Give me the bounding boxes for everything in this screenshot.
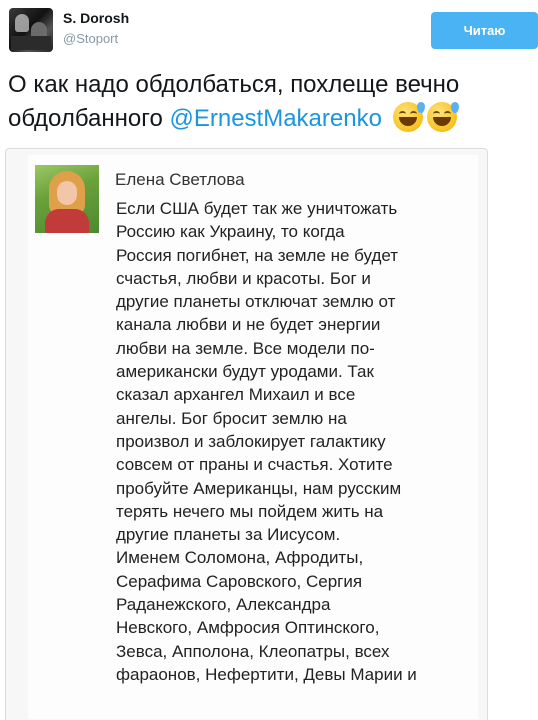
follow-button[interactable]: Читаю [431,12,538,49]
post-line: любви на земле. Все модели по- [116,338,375,358]
post-line: фараонов, Нефертити, Девы Марии и [116,664,417,684]
post-line: Раданежского, Александра [116,595,331,615]
post-line: Россия погибнет, на земле не будет [116,245,399,265]
mention-link[interactable]: @ErnestMakarenko [169,105,381,132]
avatar[interactable] [9,8,53,52]
grinning-sweat-emoji-icon [426,102,459,132]
post-line: Серафима Саровского, Сергия [116,571,363,591]
avatar-figure-1 [15,14,29,32]
post-line: другие планеты отключат землю от [116,292,396,312]
post-line: счастья, любви и красоты. Бог и [116,268,371,288]
post-body: Если США будет так же уничтожать Россию … [116,197,474,686]
tweet-header: S. Dorosh @Stoport Читаю [0,0,538,64]
post-line: сказал архангел Михаил и все [116,385,356,405]
post-line: Именем Соломона, Афродиты, [116,548,364,568]
post-line: Если США будет так же уничтожать [116,199,398,218]
post-line: произвол и заблокирует галактику [116,431,386,451]
author-name[interactable]: S. Dorosh [63,10,129,26]
post-author-name: Елена Светлова [115,170,245,189]
post-author-photo [35,165,99,233]
tweet-text: О как надо обдолбаться, похлеще вечно об… [8,68,536,136]
media-bottom-fade [28,700,478,719]
post-line: терять нечего мы пойдем жить на [116,501,384,521]
post-line: Россию как Украину, то когда [116,222,345,242]
avatar-ground [11,36,51,50]
post-line: Зевса, Апполона, Клеопатры, всех [116,641,390,661]
post-line: другие планеты за Иисусом. [116,525,341,545]
grinning-sweat-emoji-icon [392,102,425,132]
post-line: Невского, Амфросия Оптинского, [116,618,380,638]
post-line: ангелы. Бог бросит землю на [116,408,347,428]
post-line: американски будут уродами. Так [116,362,374,382]
author-handle[interactable]: @Stoport [63,31,118,46]
post-line: совсем от праны и счастья. Хотите [116,455,393,475]
post-line: пробуйте Американцы, нам русским [116,478,402,498]
post-line: канала любви и не будет энергии [116,315,381,335]
